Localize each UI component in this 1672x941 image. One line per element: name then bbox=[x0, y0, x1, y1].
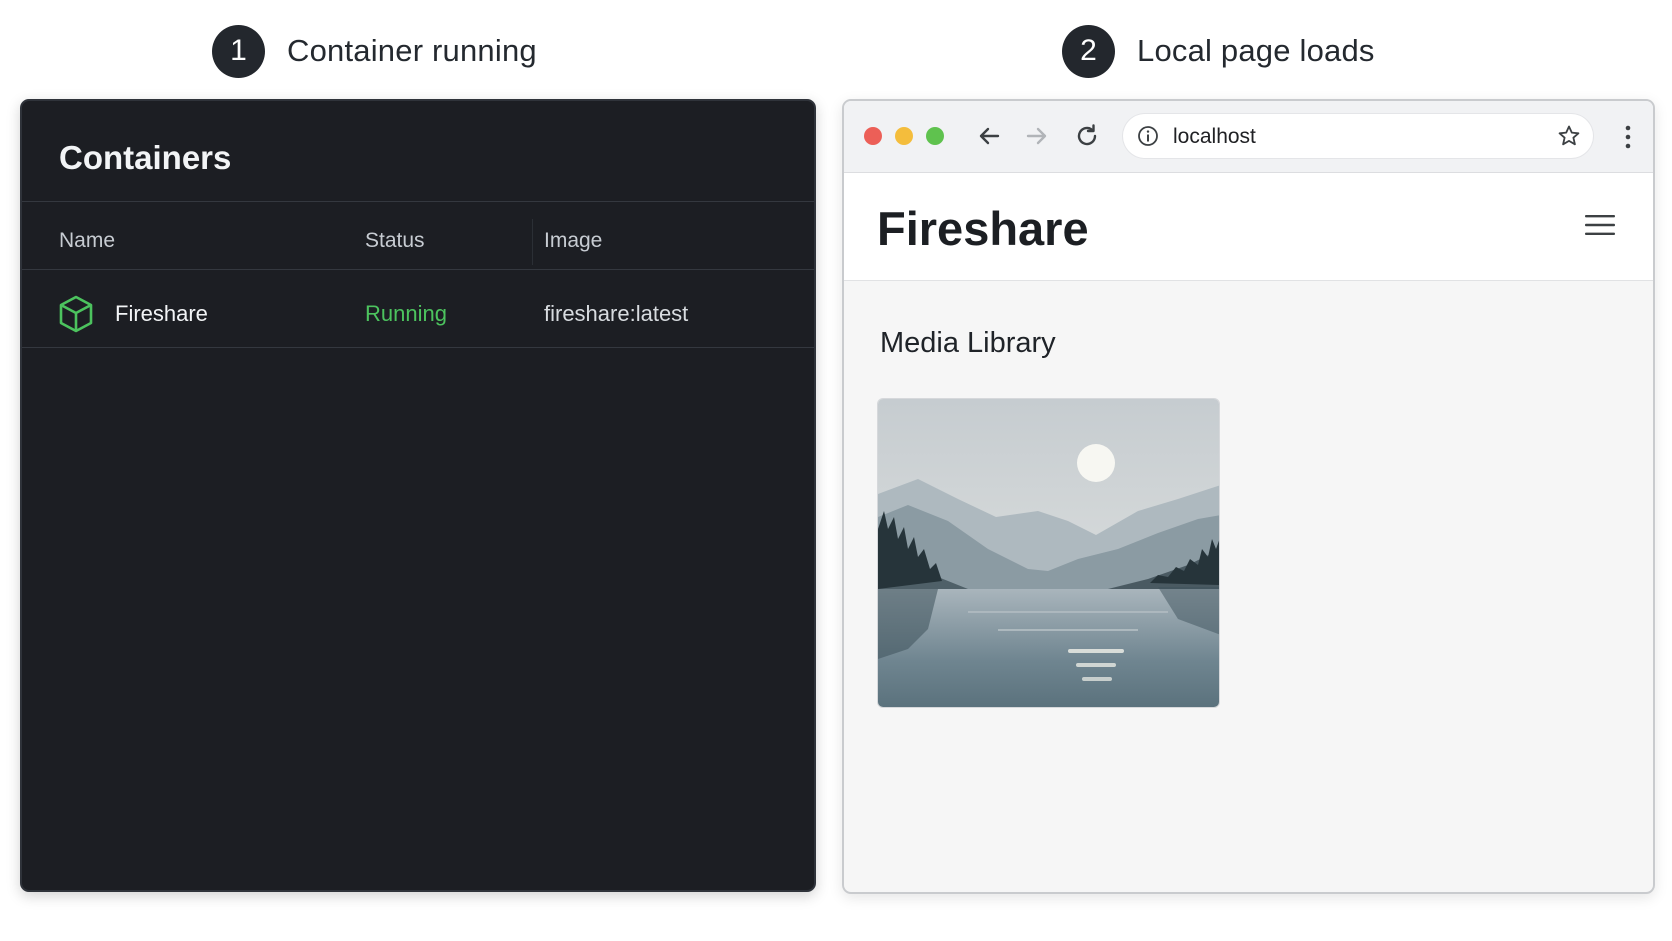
minimize-window-button[interactable] bbox=[895, 127, 913, 145]
container-image: fireshare:latest bbox=[544, 301, 689, 326]
forward-arrow-icon[interactable] bbox=[1022, 121, 1052, 151]
url-text[interactable]: localhost bbox=[1173, 125, 1256, 149]
step-2-header: 2 Local page loads bbox=[1062, 24, 1375, 78]
media-thumbnail[interactable] bbox=[877, 398, 1220, 708]
address-bar[interactable]: localhost bbox=[1123, 114, 1593, 158]
columns-divider bbox=[22, 269, 814, 270]
column-header-status[interactable]: Status bbox=[365, 229, 425, 253]
step-1-header: 1 Container running bbox=[212, 24, 537, 78]
browser-window: localhost Fireshare Media Library bbox=[842, 99, 1655, 894]
column-separator bbox=[532, 219, 533, 265]
info-icon[interactable] bbox=[1137, 125, 1159, 147]
step-2-label: Local page loads bbox=[1137, 33, 1375, 68]
hamburger-menu-icon[interactable] bbox=[1585, 213, 1615, 237]
reload-icon[interactable] bbox=[1072, 121, 1102, 151]
step-1-label: Container running bbox=[287, 33, 537, 68]
browser-toolbar: localhost bbox=[844, 101, 1653, 173]
misty-lake-mountains-thumbnail bbox=[878, 399, 1219, 707]
back-arrow-icon[interactable] bbox=[974, 121, 1004, 151]
containers-panel: Containers Name Status Image Fireshare R… bbox=[20, 99, 816, 892]
site-title[interactable]: Fireshare bbox=[877, 201, 1089, 256]
step-2-badge: 2 bbox=[1062, 24, 1115, 78]
cube-icon bbox=[59, 295, 93, 333]
close-window-button[interactable] bbox=[864, 127, 882, 145]
row-divider bbox=[22, 347, 814, 348]
media-library-heading: Media Library bbox=[880, 327, 1056, 359]
step-1-badge: 1 bbox=[212, 24, 265, 78]
screenshot-stage: 1 Container running 2 Local page loads C… bbox=[0, 0, 1672, 941]
site-header: Fireshare bbox=[844, 173, 1653, 281]
containers-title: Containers bbox=[59, 139, 232, 176]
container-name[interactable]: Fireshare bbox=[115, 301, 208, 327]
maximize-window-button[interactable] bbox=[926, 127, 944, 145]
column-header-image[interactable]: Image bbox=[544, 229, 602, 253]
container-status: Running bbox=[365, 301, 447, 326]
bookmark-star-icon[interactable] bbox=[1557, 124, 1581, 148]
column-header-name[interactable]: Name bbox=[59, 229, 115, 253]
header-divider bbox=[22, 201, 814, 202]
more-options-icon[interactable] bbox=[1625, 124, 1631, 150]
